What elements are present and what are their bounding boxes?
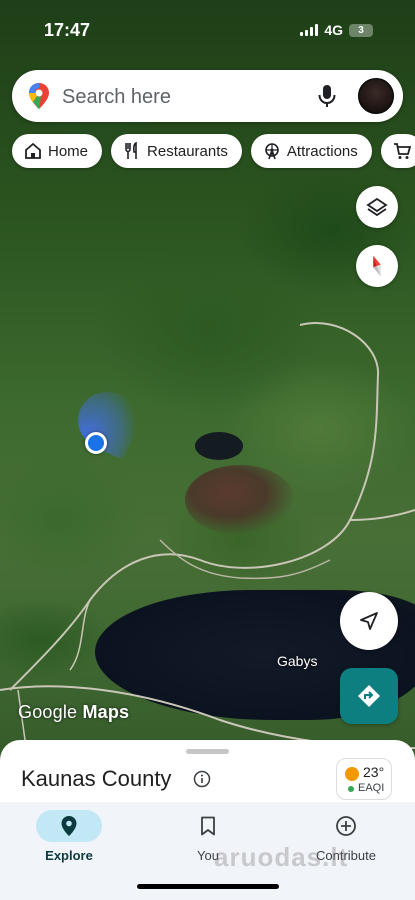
search-bar[interactable]: Search here bbox=[12, 70, 403, 122]
location-pin-icon bbox=[61, 816, 77, 836]
info-icon[interactable] bbox=[193, 770, 211, 788]
home-icon bbox=[25, 142, 41, 159]
status-time: 17:47 bbox=[44, 20, 91, 40]
layers-icon bbox=[366, 197, 388, 217]
nav-explore-label: Explore bbox=[45, 848, 93, 863]
weather-temperature: 23° bbox=[363, 764, 385, 780]
network-label: 4G bbox=[324, 22, 343, 38]
microphone-icon[interactable] bbox=[317, 84, 337, 108]
search-input[interactable]: Search here bbox=[62, 86, 171, 109]
directions-button[interactable] bbox=[340, 668, 398, 724]
shopping-cart-icon bbox=[393, 143, 411, 159]
nav-you-pill bbox=[175, 810, 241, 842]
google-maps-attribution: Google Maps bbox=[18, 702, 129, 723]
sheet-drag-handle[interactable] bbox=[186, 749, 229, 754]
air-quality-label: EAQI bbox=[358, 782, 385, 794]
nav-contribute-pill bbox=[313, 810, 379, 842]
attribution-google: Google bbox=[18, 702, 78, 722]
navigation-arrow-icon bbox=[360, 612, 378, 630]
nav-explore[interactable]: Explore bbox=[19, 810, 119, 863]
weather-widget[interactable]: 23° EAQI bbox=[336, 758, 392, 800]
current-location-dot bbox=[85, 432, 107, 454]
site-watermark: aruodas.lt bbox=[214, 842, 349, 872]
bottom-sheet[interactable]: Kaunas County 23° EAQI bbox=[0, 740, 415, 810]
signal-icon bbox=[300, 24, 319, 36]
chip-home[interactable]: Home bbox=[12, 134, 103, 168]
chip-restaurants-label: Restaurants bbox=[147, 142, 228, 160]
layers-button[interactable] bbox=[356, 186, 398, 228]
battery-icon: 3 bbox=[349, 23, 373, 37]
chip-attractions-label: Attractions bbox=[286, 142, 358, 160]
directions-icon bbox=[358, 685, 380, 707]
my-location-button[interactable] bbox=[340, 592, 398, 650]
status-indicators: 4G 3 bbox=[300, 22, 373, 38]
google-maps-pin-icon bbox=[29, 83, 49, 109]
status-bar: 17:47 4G 3 bbox=[0, 0, 415, 58]
avatar[interactable] bbox=[358, 78, 394, 114]
place-title: Kaunas County bbox=[21, 766, 172, 791]
attribution-maps: Maps bbox=[82, 702, 130, 722]
compass-button[interactable] bbox=[356, 245, 398, 287]
chip-shopping[interactable] bbox=[380, 134, 415, 168]
map-place-label[interactable]: Gabys bbox=[277, 653, 317, 669]
nav-explore-pill bbox=[36, 810, 102, 842]
add-circle-icon bbox=[336, 816, 356, 836]
bookmark-icon bbox=[201, 816, 215, 836]
chip-home-label: Home bbox=[48, 142, 89, 160]
sun-icon bbox=[345, 767, 359, 781]
compass-icon bbox=[373, 255, 381, 277]
ferris-wheel-icon bbox=[265, 143, 279, 160]
category-chips: Home Restaurants Attractions bbox=[12, 134, 415, 168]
air-quality-indicator bbox=[348, 786, 354, 792]
fork-knife-icon bbox=[125, 142, 137, 159]
chip-restaurants[interactable]: Restaurants bbox=[111, 134, 242, 168]
home-indicator[interactable] bbox=[137, 884, 279, 889]
chip-attractions[interactable]: Attractions bbox=[250, 134, 372, 168]
